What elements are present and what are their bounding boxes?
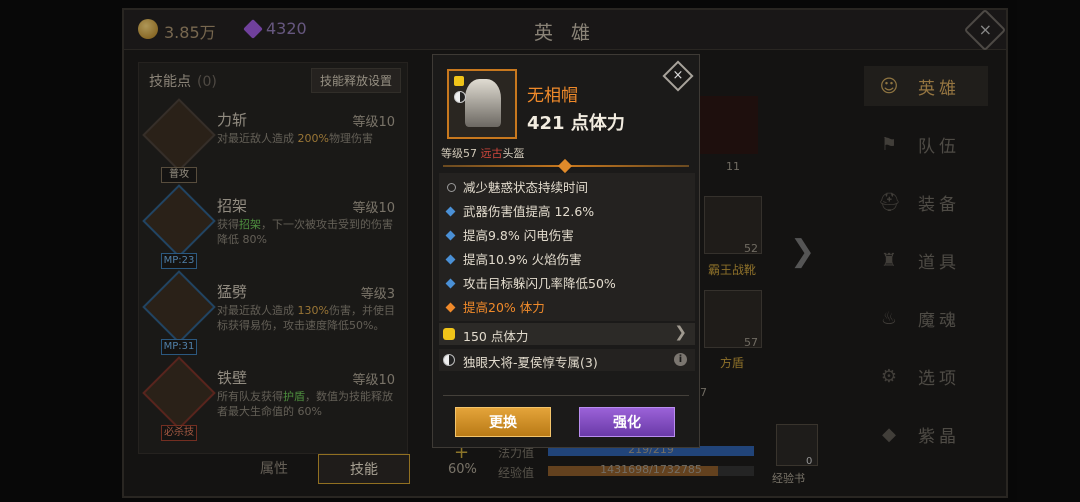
item-icon-frame	[447, 69, 517, 139]
item-detail-popup: 无相帽 421 点体力 × 等级57 远古头盔 减少魅惑状态持续时间 武器伤害值…	[432, 54, 700, 448]
set-text: 独眼大将-夏侯惇专属(3)	[463, 355, 598, 370]
ring-icon	[447, 183, 456, 192]
orange-diamond-icon	[445, 302, 456, 313]
blue-diamond-icon	[445, 206, 456, 217]
yellow-gem-icon	[443, 328, 455, 340]
divider-diamond-icon	[557, 158, 573, 174]
socket-gem-icon	[454, 76, 464, 86]
attribute-row: 减少魅惑状态持续时间	[447, 177, 588, 196]
swap-button[interactable]: 更换	[455, 407, 551, 437]
socket-row[interactable]: 150 点体力 ❯	[439, 323, 695, 345]
blue-diamond-icon	[445, 230, 456, 241]
attribute-list: 减少魅惑状态持续时间 武器伤害值提高 12.6% 提高9.8% 闪电伤害 提高1…	[439, 173, 695, 321]
chevron-right-icon: ❯	[674, 323, 687, 341]
attribute-row: 提高20% 体力	[445, 297, 545, 316]
divider	[443, 395, 689, 396]
set-row[interactable]: 独眼大将-夏侯惇专属(3) i	[439, 349, 695, 371]
attribute-row: 攻击目标躲闪几率降低50%	[445, 273, 616, 292]
attribute-row: 提高10.9% 火焰伤害	[445, 249, 582, 268]
blue-diamond-icon	[445, 278, 456, 289]
info-icon[interactable]: i	[674, 353, 687, 366]
item-name: 无相帽	[527, 86, 578, 106]
enhance-button[interactable]: 强化	[579, 407, 675, 437]
popup-close-button[interactable]: ×	[662, 60, 694, 92]
item-meta: 等级57 远古头盔	[441, 147, 525, 160]
yinyang-icon	[443, 354, 455, 366]
socket-text: 150 点体力	[463, 329, 529, 344]
set-yinyang-icon	[454, 91, 466, 103]
attribute-row: 武器伤害值提高 12.6%	[445, 201, 594, 220]
attribute-row: 提高9.8% 闪电伤害	[445, 225, 574, 244]
hat-icon	[465, 79, 501, 127]
item-main-stat: 421 点体力	[527, 113, 625, 134]
close-icon: ×	[672, 68, 684, 83]
blue-diamond-icon	[445, 254, 456, 265]
